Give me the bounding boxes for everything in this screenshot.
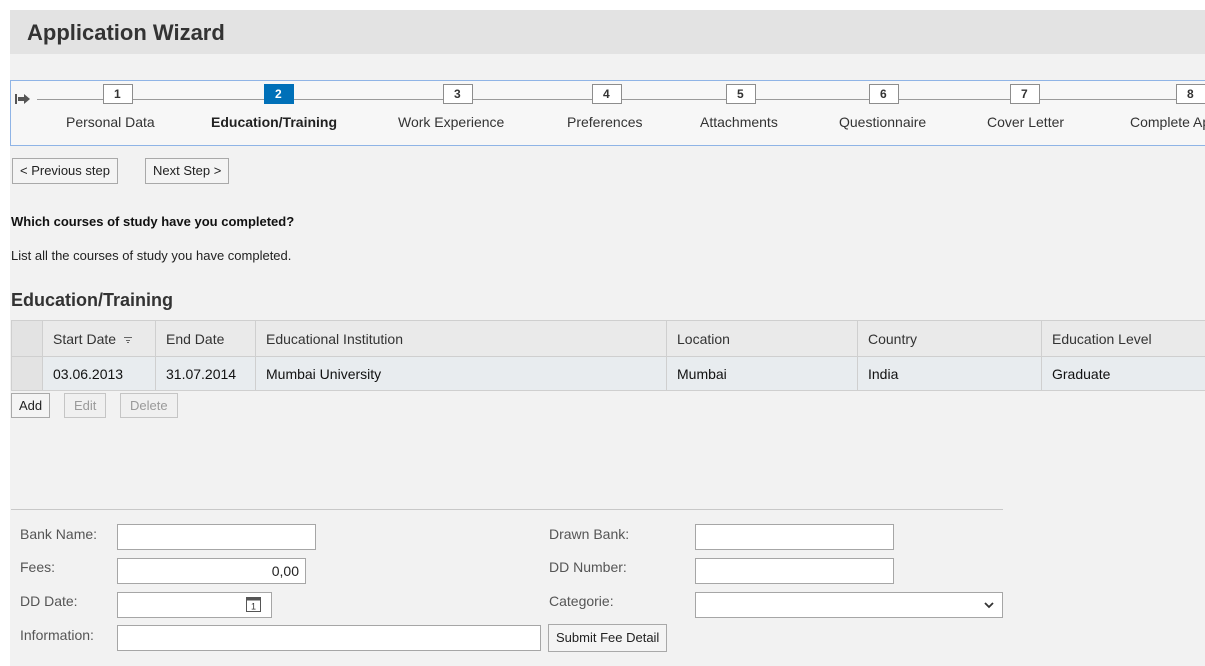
roadmap: 1 Personal Data 2 Education/Training 3 W… xyxy=(10,80,1205,146)
section-divider xyxy=(11,509,1003,510)
roadmap-start-icon xyxy=(15,94,30,104)
section-title: Education/Training xyxy=(11,290,174,310)
step-label: Complete Ap xyxy=(1130,114,1205,130)
step-label: Personal Data xyxy=(66,114,155,130)
bank-name-input[interactable] xyxy=(117,524,316,550)
fees-input[interactable] xyxy=(117,558,306,584)
column-header-education-level[interactable]: Education Level xyxy=(1041,320,1205,357)
drawn-bank-input[interactable] xyxy=(695,524,894,550)
step-number: 2 xyxy=(264,84,294,104)
column-header-start-date[interactable]: Start Date xyxy=(42,320,156,357)
categorie-label: Categorie: xyxy=(549,593,614,609)
page: Application Wizard 1 Personal Data 2 Edu… xyxy=(10,10,1205,666)
delete-button[interactable]: Delete xyxy=(120,393,178,418)
information-input[interactable] xyxy=(117,625,541,651)
row-selector[interactable] xyxy=(11,356,43,391)
next-step-button[interactable]: Next Step > xyxy=(145,158,230,184)
column-header-label: Start Date xyxy=(53,330,117,347)
cell-country: India xyxy=(857,356,1042,391)
step-number: 5 xyxy=(726,84,756,104)
column-header-location[interactable]: Location xyxy=(666,320,858,357)
page-title: Application Wizard xyxy=(27,20,225,45)
column-header-end-date[interactable]: End Date xyxy=(155,320,256,357)
step-number: 6 xyxy=(869,84,899,104)
filter-icon xyxy=(124,336,133,343)
step-number: 7 xyxy=(1010,84,1040,104)
calendar-icon[interactable]: 1 xyxy=(246,596,261,612)
drawn-bank-label: Drawn Bank: xyxy=(549,526,630,542)
step-label: Attachments xyxy=(700,114,778,130)
categorie-select[interactable] xyxy=(695,592,1003,618)
select-all-cell[interactable] xyxy=(11,320,43,357)
calendar-day: 1 xyxy=(251,602,256,612)
submit-fee-detail-button[interactable]: Submit Fee Detail xyxy=(548,624,668,652)
column-header-country[interactable]: Country xyxy=(857,320,1042,357)
column-header-institution[interactable]: Educational Institution xyxy=(255,320,667,357)
cell-end-date: 31.07.2014 xyxy=(155,356,256,391)
cell-education-level: Graduate xyxy=(1041,356,1205,391)
add-button[interactable]: Add xyxy=(11,393,51,418)
step-number: 1 xyxy=(103,84,133,104)
information-label: Information: xyxy=(20,627,94,643)
step-label: Questionnaire xyxy=(839,114,927,130)
table-row[interactable]: 03.06.2013 31.07.2014 Mumbai University … xyxy=(11,356,1205,391)
chevron-down-icon xyxy=(984,602,994,609)
edit-button[interactable]: Edit xyxy=(64,393,107,418)
dd-number-input[interactable] xyxy=(695,558,894,584)
step-number: 3 xyxy=(443,84,473,104)
dd-number-label: DD Number: xyxy=(549,559,627,575)
education-table: Start Date End Date Educational Institut… xyxy=(11,320,1205,391)
previous-step-button[interactable]: < Previous step xyxy=(12,158,118,184)
fees-label: Fees: xyxy=(20,559,56,575)
step-label: Education/Training xyxy=(211,114,338,130)
instruction-text: List all the courses of study you have c… xyxy=(11,248,292,263)
step-label: Preferences xyxy=(567,114,643,130)
dd-date-label: DD Date: xyxy=(20,593,78,609)
bank-name-label: Bank Name: xyxy=(20,526,98,542)
table-header-row: Start Date End Date Educational Institut… xyxy=(11,320,1205,357)
title-bar: Application Wizard xyxy=(10,10,1205,54)
cell-institution: Mumbai University xyxy=(255,356,667,391)
cell-start-date: 03.06.2013 xyxy=(42,356,156,391)
cell-location: Mumbai xyxy=(666,356,858,391)
step-number: 4 xyxy=(592,84,622,104)
step-label: Cover Letter xyxy=(987,114,1065,130)
question-heading: Which courses of study have you complete… xyxy=(11,214,295,229)
step-label: Work Experience xyxy=(398,114,505,130)
step-number: 8 xyxy=(1176,84,1205,104)
